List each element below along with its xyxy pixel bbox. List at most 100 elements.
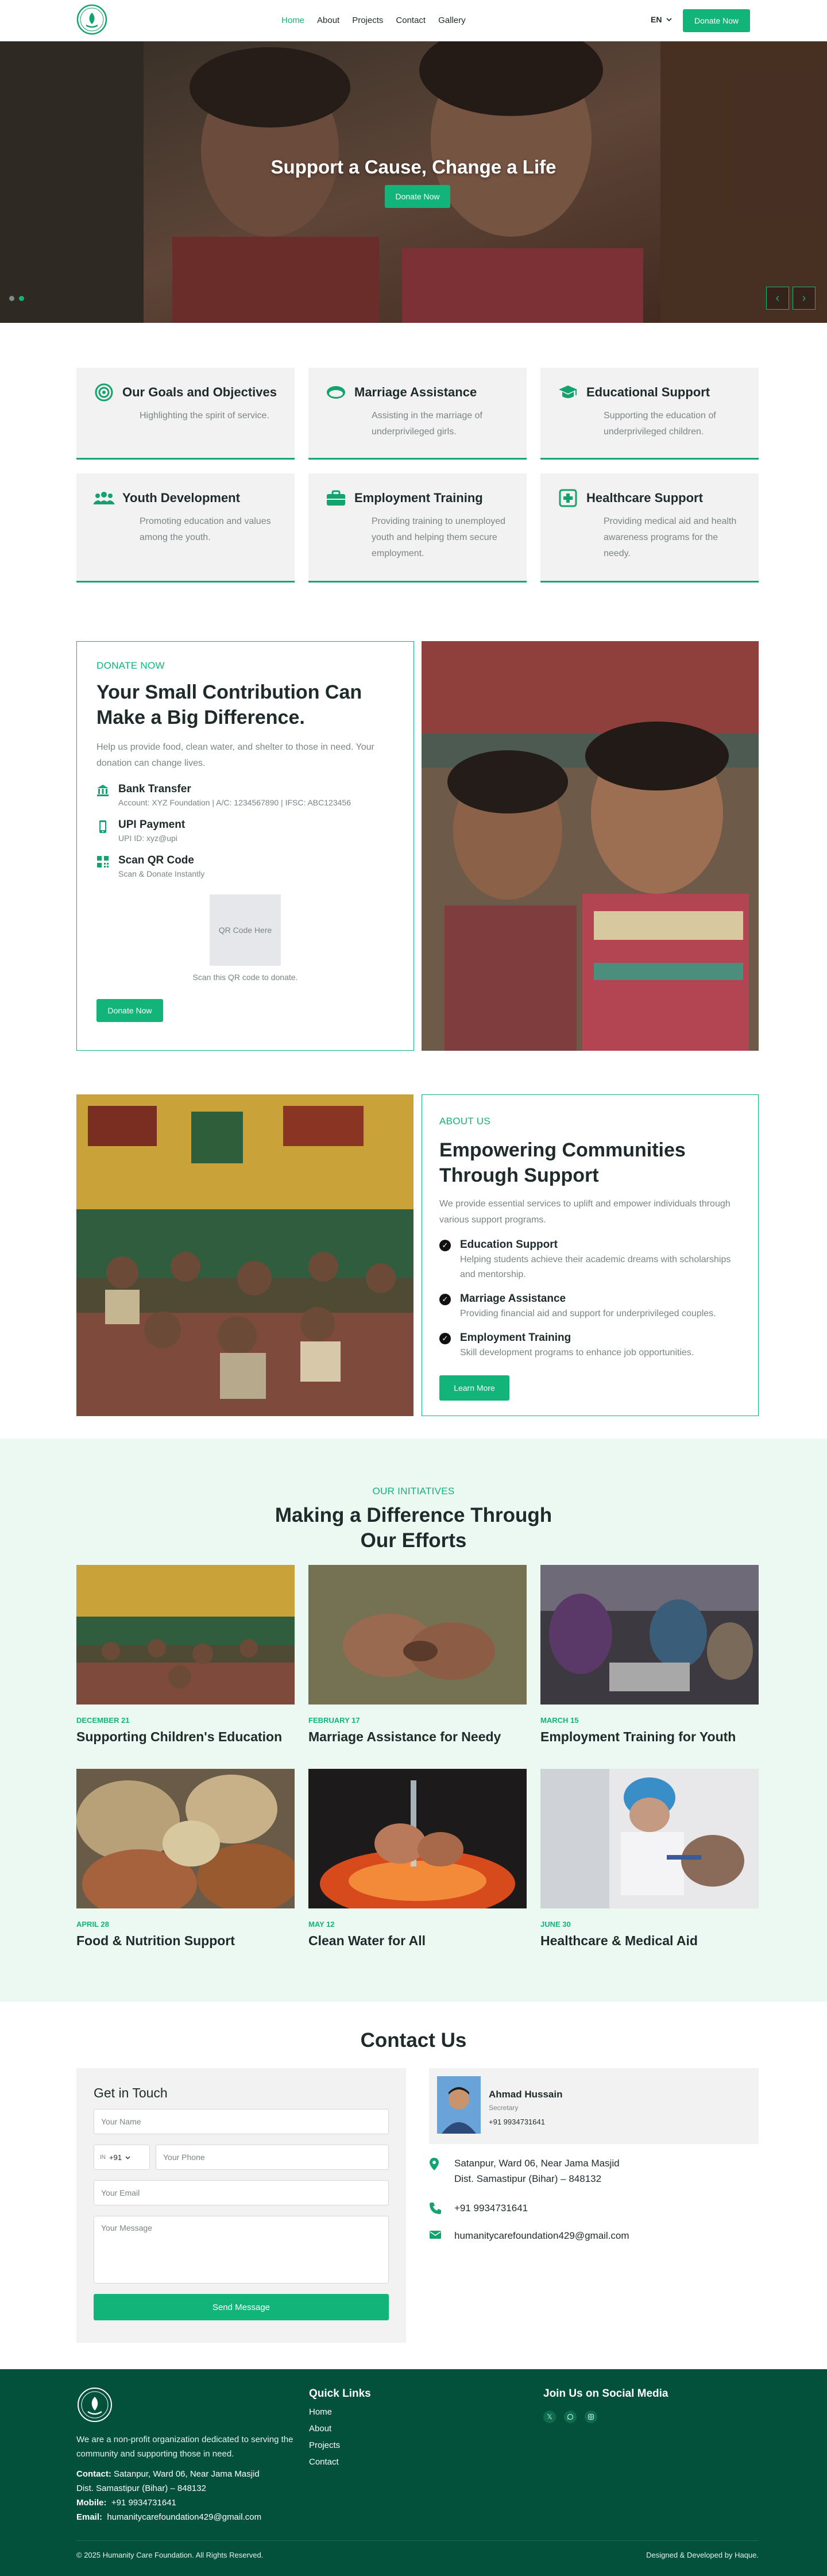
initiative-card[interactable]: APRIL 28 Food & Nutrition Support [76, 1769, 295, 1949]
nav-projects[interactable]: Projects [352, 16, 383, 25]
payment-method-bank: Bank Transfer Account: XYZ Foundation | … [96, 783, 394, 807]
goal-desc: Providing medical aid and health awarene… [604, 516, 737, 558]
goal-card: Marriage Assistance Assisting in the mar… [308, 368, 527, 460]
footer-link-projects[interactable]: Projects [309, 2440, 371, 2450]
goal-desc: Assisting in the marriage of underprivil… [372, 411, 482, 437]
donate-now-button[interactable]: Donate Now [96, 999, 163, 1022]
payment-title: UPI Payment [118, 819, 186, 831]
next-slide-button[interactable]: › [793, 287, 816, 310]
contact-address: Satanpur, Ward 06, Near Jama Masjid Dist… [429, 2155, 620, 2186]
initiative-image [540, 1769, 759, 1908]
initiative-title[interactable]: Healthcare & Medical Aid [540, 1933, 759, 1949]
footer-quick-links: Quick Links Home About Projects Contact [309, 2388, 371, 2467]
footer-email[interactable]: humanitycarefoundation429@gmail.com [107, 2512, 261, 2522]
contact-title: Contact Us [360, 2029, 467, 2051]
about-feature: ✓ Education Support Helping students ach… [439, 1239, 741, 1282]
feature-desc: Providing financial aid and support for … [460, 1309, 716, 1318]
nav-donate-button[interactable]: Donate Now [683, 9, 750, 32]
goal-card: Youth Development Promoting education an… [76, 473, 295, 583]
mobile-icon [96, 820, 109, 834]
footer-mobile-label: Mobile: [76, 2498, 107, 2508]
slider-dot[interactable] [9, 296, 14, 301]
initiative-date: APRIL 28 [76, 1920, 109, 1929]
avatar [437, 2076, 481, 2134]
social-title: Join Us on Social Media [543, 2388, 668, 2400]
footer-contact-label: Contact: [76, 2469, 111, 2479]
nav-about[interactable]: About [317, 16, 339, 25]
footer-social: Join Us on Social Media 𝕏 [543, 2388, 668, 2423]
navbar: Home About Projects Contact Gallery EN D… [0, 0, 827, 41]
chevron-left-icon: ‹ [775, 291, 780, 304]
learn-more-button[interactable]: Learn More [439, 1375, 509, 1401]
nav-contact[interactable]: Contact [396, 16, 426, 25]
nav-gallery[interactable]: Gallery [438, 16, 466, 25]
payment-method-upi: UPI Payment UPI ID: xyz@upi [96, 819, 394, 843]
language-selector[interactable]: EN [651, 15, 673, 24]
donate-section: DONATE NOW Your Small Contribution Can M… [76, 641, 414, 1051]
nav-home[interactable]: Home [281, 16, 304, 25]
about-feature: ✓ Marriage Assistance Providing financia… [439, 1293, 741, 1321]
goal-title: Healthcare Support [586, 491, 703, 505]
name-input[interactable]: Your Name [94, 2109, 389, 2134]
initiative-title[interactable]: Marriage Assistance for Needy [308, 1729, 527, 1745]
slider-dots [9, 296, 24, 301]
children-photo [422, 641, 759, 1051]
footer-link-home[interactable]: Home [309, 2407, 371, 2417]
initiatives-title-text: Making a Difference Through Our Efforts [275, 1504, 552, 1552]
email-address[interactable]: humanitycarefoundation429@gmail.com [454, 2228, 629, 2243]
about-eyebrow: ABOUT US [439, 1116, 490, 1127]
email-input[interactable]: Your Email [94, 2180, 389, 2205]
initiative-date: MAY 12 [308, 1920, 335, 1929]
initiative-date: FEBRUARY 17 [308, 1716, 360, 1725]
initiative-title[interactable]: Employment Training for Youth [540, 1729, 759, 1745]
initiative-title[interactable]: Food & Nutrition Support [76, 1933, 295, 1949]
country-code-select[interactable]: IN +91 [94, 2145, 150, 2170]
footer-link-about[interactable]: About [309, 2424, 371, 2434]
slider-dot-active[interactable] [19, 296, 24, 301]
initiatives-section: OUR INITIATIVES Making a Difference Thro… [0, 1439, 827, 2002]
initiative-date: JUNE 30 [540, 1920, 571, 1929]
about-title: Empowering Communities Through Support [439, 1139, 686, 1186]
send-message-button[interactable]: Send Message [94, 2294, 389, 2320]
hero-donate-button[interactable]: Donate Now [385, 185, 450, 208]
initiatives-eyebrow: OUR INITIATIVES [372, 1486, 455, 1497]
initiative-title[interactable]: Clean Water for All [308, 1933, 527, 1949]
goal-card: Healthcare Support Providing medical aid… [540, 473, 759, 583]
target-icon [94, 383, 114, 402]
goal-desc: Promoting education and values among the… [140, 516, 271, 542]
goal-desc: Providing training to unemployed youth a… [372, 516, 506, 558]
phone-input[interactable]: Your Phone [156, 2145, 389, 2170]
quick-links-title: Quick Links [309, 2388, 371, 2400]
users-icon [94, 489, 114, 507]
whatsapp-icon[interactable] [564, 2411, 577, 2423]
initiative-card[interactable]: FEBRUARY 17 Marriage Assistance for Need… [308, 1565, 527, 1745]
country-code: +91 [109, 2153, 122, 2162]
payment-sub: Account: XYZ Foundation | A/C: 123456789… [118, 798, 351, 807]
chevron-down-icon [125, 2155, 130, 2159]
person-role: Secretary [489, 2104, 519, 2112]
goal-card: Our Goals and Objectives Highlighting th… [76, 368, 295, 460]
initiative-image [540, 1565, 759, 1705]
footer-mobile[interactable]: +91 9934731641 [111, 2498, 176, 2508]
payment-sub: UPI ID: xyz@upi [118, 834, 177, 843]
qr-icon [96, 855, 109, 869]
donate-title: Your Small Contribution Can Make a Big D… [96, 681, 362, 728]
message-textarea[interactable]: Your Message [94, 2216, 389, 2284]
copyright: © 2025 Humanity Care Foundation. All Rig… [76, 2551, 264, 2559]
initiative-card[interactable]: DECEMBER 21 Supporting Children's Educat… [76, 1565, 295, 1745]
qr-code-placeholder: QR Code Here [210, 894, 281, 966]
x-icon[interactable]: 𝕏 [543, 2411, 556, 2423]
initiative-title[interactable]: Supporting Children's Education [76, 1729, 295, 1745]
feature-title: Education Support [460, 1239, 558, 1251]
contact-person-card: Ahmad Hussain Secretary +91 9934731641 [429, 2068, 759, 2144]
prev-slide-button[interactable]: ‹ [766, 287, 789, 310]
initiative-card[interactable]: JUNE 30 Healthcare & Medical Aid [540, 1769, 759, 1949]
foundation-logo[interactable] [76, 3, 108, 36]
initiative-card[interactable]: MAY 12 Clean Water for All [308, 1769, 527, 1949]
footer-logo[interactable] [76, 2386, 113, 2423]
initiative-card[interactable]: MARCH 15 Employment Training for Youth [540, 1565, 759, 1745]
instagram-icon[interactable] [585, 2411, 597, 2423]
phone-number[interactable]: +91 9934731641 [454, 2200, 528, 2216]
about-section: ABOUT US Empowering Communities Through … [422, 1094, 759, 1416]
footer-link-contact[interactable]: Contact [309, 2457, 371, 2467]
